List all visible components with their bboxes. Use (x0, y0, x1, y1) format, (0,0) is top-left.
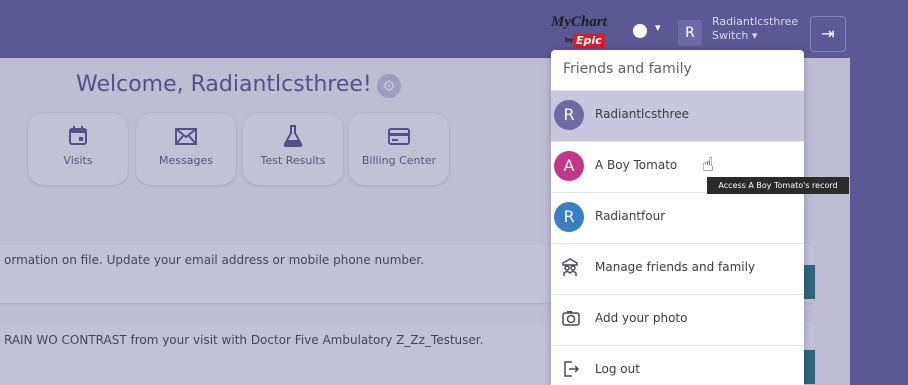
tooltip: Access A Boy Tomato's record (707, 177, 849, 194)
menu-item-person[interactable]: R Radiantlcsthree (551, 90, 804, 141)
globe-language-icon[interactable] (633, 24, 647, 38)
logo-by-text: by (565, 37, 574, 44)
action-label: Log out (595, 362, 640, 376)
user-name: Radiantlcsthree (712, 15, 799, 28)
user-switcher[interactable]: Radiantlcsthree Switch ▾ (712, 15, 798, 43)
switch-label: Switch ▾ (712, 29, 758, 42)
camera-icon (561, 308, 581, 333)
dropdown-title: Friends and family (563, 61, 692, 77)
right-sidebar-strip (850, 0, 908, 385)
person-avatar: A (554, 151, 584, 181)
person-name: Radiantfour (595, 209, 666, 223)
menu-item-manage-family[interactable]: Manage friends and family (551, 243, 804, 294)
action-label: Manage friends and family (595, 260, 756, 274)
mychart-epic-logo[interactable]: MyChart by Epic (551, 14, 613, 50)
person-avatar: R (554, 202, 584, 232)
menu-item-log-out[interactable]: Log out (551, 345, 804, 385)
logo-epic-text: Epic (573, 34, 605, 48)
hand-pointer-icon: ☝ (702, 154, 714, 176)
logo-mychart-text: MyChart (551, 14, 607, 30)
user-avatar[interactable]: R (678, 20, 702, 46)
menu-item-person[interactable]: R Radiantfour (551, 192, 804, 243)
person-avatar: R (554, 100, 584, 130)
menu-item-add-photo[interactable]: Add your photo (551, 294, 804, 345)
logout-icon (561, 359, 581, 384)
family-icon (561, 257, 579, 282)
person-name: A Boy Tomato (595, 158, 678, 172)
action-label: Add your photo (595, 311, 688, 325)
person-name: Radiantlcsthree (595, 107, 689, 121)
friends-family-dropdown: Friends and family R Radiantlcsthree A A… (551, 50, 804, 385)
chevron-down-icon[interactable]: ▾ (655, 21, 661, 34)
logout-icon[interactable]: ⇥ (810, 16, 846, 52)
